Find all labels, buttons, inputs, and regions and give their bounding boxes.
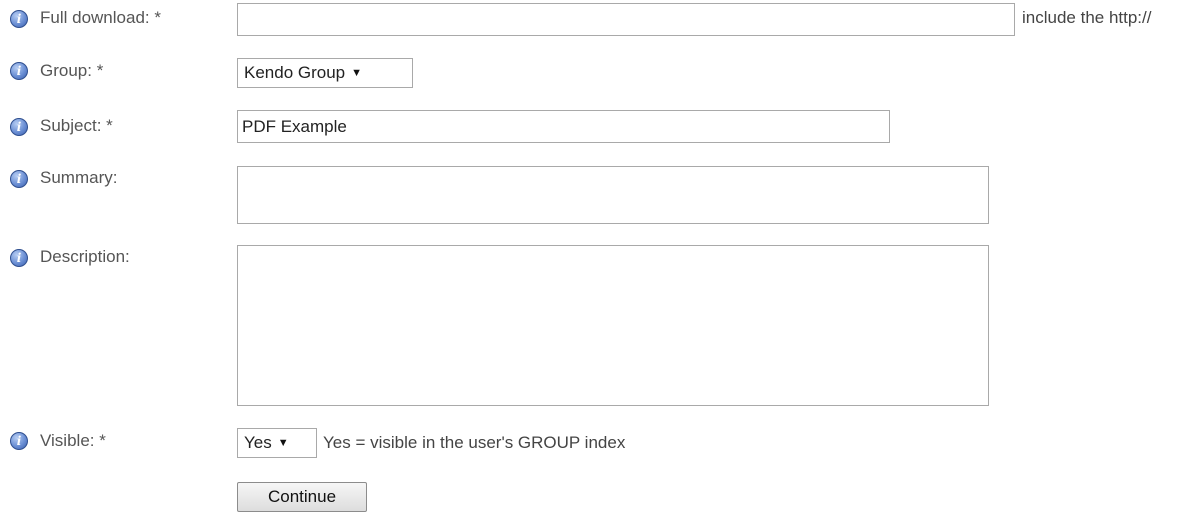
subject-label: Subject: * <box>40 116 113 135</box>
info-icon[interactable]: i <box>10 432 28 450</box>
group-select[interactable]: Kendo Group ▼ <box>237 58 413 88</box>
info-icon[interactable]: i <box>10 249 28 267</box>
chevron-down-icon: ▼ <box>277 437 289 449</box>
info-icon[interactable]: i <box>10 10 28 28</box>
info-icon[interactable]: i <box>10 118 28 136</box>
continue-button[interactable]: Continue <box>237 482 367 512</box>
full-download-label: Full download: * <box>40 8 161 27</box>
visible-selected-value: Yes <box>244 433 272 452</box>
chevron-down-icon: ▼ <box>351 67 363 79</box>
group-selected-value: Kendo Group <box>244 63 346 82</box>
subject-input[interactable]: PDF Example <box>237 110 890 143</box>
summary-label: Summary: <box>40 168 118 187</box>
full-download-hint: include the http:// <box>1022 8 1152 27</box>
visible-hint: Yes = visible in the user's GROUP index <box>323 433 626 452</box>
full-download-input[interactable] <box>237 3 1015 36</box>
info-icon[interactable]: i <box>10 62 28 80</box>
group-label: Group: * <box>40 61 104 80</box>
visible-select[interactable]: Yes ▼ <box>237 428 317 458</box>
description-label: Description: <box>40 247 130 266</box>
description-textarea[interactable] <box>237 245 989 406</box>
summary-textarea[interactable] <box>237 166 989 224</box>
info-icon[interactable]: i <box>10 170 28 188</box>
visible-label: Visible: * <box>40 431 106 450</box>
